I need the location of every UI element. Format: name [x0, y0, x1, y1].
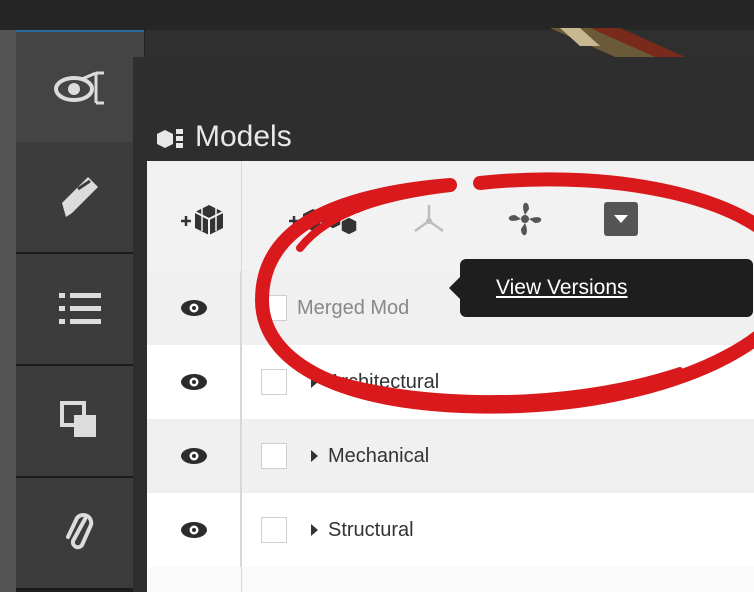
- eye-icon: [180, 522, 207, 538]
- panel-title-text: Models: [195, 120, 292, 153]
- list-item[interactable]: Architectural: [147, 345, 754, 419]
- eye-view-icon: [54, 71, 104, 105]
- dropdown-icon: [604, 202, 638, 236]
- row-checkbox[interactable]: [261, 443, 287, 469]
- models-icon: [157, 129, 183, 148]
- toolbar-markup-button[interactable]: [16, 142, 144, 254]
- view-versions-tooltip[interactable]: View Versions: [449, 259, 753, 317]
- column-divider: [241, 161, 242, 592]
- row-label: Architectural: [328, 370, 440, 393]
- top-bar: [0, 0, 754, 30]
- visibility-toggle[interactable]: [147, 493, 241, 567]
- visibility-toggle[interactable]: [147, 419, 241, 493]
- markup-pen-icon: [62, 175, 98, 217]
- row-checkbox[interactable]: [261, 517, 287, 543]
- models-panel-header: Models: [133, 57, 754, 161]
- overlay-squares-icon: [60, 401, 96, 437]
- row-label: Mechanical: [328, 444, 430, 467]
- add-models-group-icon: [289, 201, 359, 236]
- expand-caret-icon[interactable]: [311, 376, 318, 388]
- toolbar-list-button[interactable]: [16, 254, 144, 366]
- more-options-dropdown[interactable]: [601, 197, 641, 241]
- visibility-toggle[interactable]: [147, 345, 241, 419]
- eye-icon: [180, 374, 207, 390]
- add-model-button[interactable]: [179, 197, 231, 241]
- models-panel: Models Merged Mod Architectural Mechanic…: [133, 57, 754, 592]
- paperclip-icon: [66, 513, 94, 550]
- screen: Models Merged Mod Architectural Mechanic…: [0, 0, 754, 592]
- fan-icon: [508, 202, 542, 236]
- row-label: Structural: [328, 518, 414, 541]
- eye-icon: [180, 448, 207, 464]
- models-panel-body: Merged Mod Architectural Mechanical Stru…: [147, 161, 754, 592]
- left-toolbar-edge: [0, 30, 16, 592]
- panel-title: Models: [153, 117, 292, 157]
- view-versions-link[interactable]: View Versions: [496, 276, 628, 300]
- row-label: Merged Mod: [297, 296, 410, 319]
- add-models-group-button[interactable]: [287, 197, 369, 241]
- list-icon: [59, 293, 101, 324]
- tooltip-arrow: [449, 277, 460, 299]
- toolbar-attachments-button[interactable]: [16, 478, 144, 590]
- row-checkbox[interactable]: [261, 369, 287, 395]
- row-checkbox[interactable]: [261, 295, 287, 321]
- add-model-icon: [181, 205, 224, 235]
- explode-icon: [414, 205, 444, 233]
- expand-caret-icon[interactable]: [311, 524, 318, 536]
- fan-button[interactable]: [503, 197, 547, 241]
- visibility-toggle[interactable]: [147, 271, 241, 345]
- toolbar-view-button[interactable]: [16, 30, 144, 144]
- eye-icon: [180, 300, 207, 316]
- explode-button[interactable]: [407, 197, 451, 241]
- list-item[interactable]: Mechanical: [147, 419, 754, 493]
- expand-caret-icon[interactable]: [311, 450, 318, 462]
- models-toolbar: [147, 161, 754, 271]
- toolbar-compare-button[interactable]: [16, 366, 144, 478]
- list-item[interactable]: Structural: [147, 493, 754, 567]
- left-toolbar: [0, 30, 145, 592]
